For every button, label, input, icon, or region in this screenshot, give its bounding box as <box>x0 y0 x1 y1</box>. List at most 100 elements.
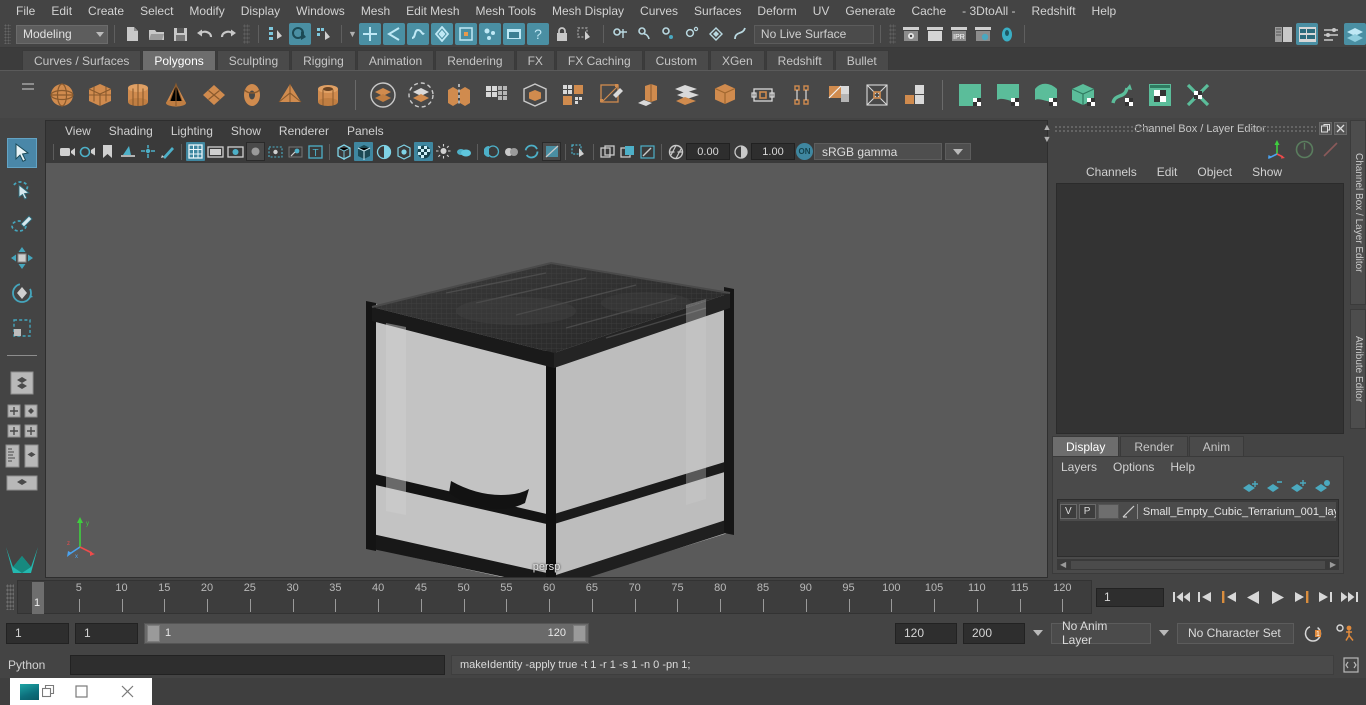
input-icon[interactable] <box>658 23 680 45</box>
shelf-tab-polygons[interactable]: Polygons <box>142 50 216 70</box>
shelf-tab-fx[interactable]: FX <box>515 50 555 70</box>
depth-peel-icon[interactable] <box>542 142 561 161</box>
layer-visibility-toggle[interactable]: V <box>1060 504 1077 519</box>
channel-menu-edit[interactable]: Edit <box>1147 164 1188 180</box>
go-to-start-icon[interactable] <box>1170 586 1192 608</box>
color-management-caret[interactable] <box>945 143 971 160</box>
snap-point-icon[interactable] <box>406 23 429 45</box>
live-surface-field[interactable]: No Live Surface <box>753 24 874 44</box>
layer-row[interactable]: V P Small_Empty_Cubic_Terrarium_001_lay <box>1060 502 1336 521</box>
wireframe-icon[interactable] <box>334 142 353 161</box>
layer-color-swatch[interactable] <box>1097 504 1120 519</box>
character-set-select[interactable]: No Character Set <box>1177 622 1294 644</box>
outliner-layout[interactable] <box>4 443 21 469</box>
viewport-settings-icon[interactable] <box>638 142 657 161</box>
select-hierarchy-icon[interactable] <box>265 23 287 45</box>
redo-icon[interactable] <box>217 23 239 45</box>
grid-icon[interactable] <box>186 142 205 161</box>
boolean-icon[interactable] <box>519 79 551 111</box>
rotate-tool[interactable] <box>7 278 37 308</box>
help-icon[interactable]: ? <box>526 23 549 45</box>
poke-icon[interactable] <box>823 79 855 111</box>
lasso-select-tool[interactable] <box>7 173 37 203</box>
auto-key-icon[interactable]: 1 <box>1300 624 1326 643</box>
command-input[interactable] <box>70 655 445 675</box>
construction-icon[interactable] <box>634 23 656 45</box>
screen-space-ao-icon[interactable] <box>482 142 501 161</box>
panel-grip-left[interactable] <box>1054 124 1149 133</box>
color-management-select[interactable]: sRGB gamma <box>814 143 942 160</box>
status-line-grip[interactable] <box>4 24 11 44</box>
go-to-end-icon[interactable] <box>1338 586 1360 608</box>
scrollbar-track[interactable] <box>1071 560 1325 569</box>
menu-deform[interactable]: Deform <box>749 2 804 20</box>
layer-name[interactable]: Small_Empty_Cubic_Terrarium_001_lay <box>1140 506 1336 518</box>
extrude-icon[interactable] <box>633 79 665 111</box>
new-layer-from-selected-icon[interactable] <box>1266 479 1283 496</box>
snap-projected-icon[interactable] <box>454 23 477 45</box>
snap-curve-icon[interactable] <box>382 23 405 45</box>
xray-icon[interactable] <box>266 142 285 161</box>
select-objects-icon[interactable] <box>1314 479 1331 496</box>
uv-planar-icon[interactable] <box>992 79 1024 111</box>
viewport-menu-panels[interactable]: Panels <box>338 123 393 139</box>
texture-icon[interactable]: T <box>306 142 325 161</box>
manipulator-icon[interactable] <box>138 142 157 161</box>
three-pane-right[interactable] <box>23 423 38 438</box>
panel-grip-right[interactable] <box>1246 124 1316 133</box>
playback-end-field[interactable]: 120 <box>895 622 957 644</box>
three-pane-left[interactable] <box>6 423 21 438</box>
isolate-select-icon[interactable] <box>570 142 589 161</box>
gamma-icon[interactable] <box>731 142 750 161</box>
playback-start-field[interactable]: 1 <box>75 622 138 644</box>
chevron-left-icon[interactable]: ◀ <box>1057 560 1069 569</box>
history-icon[interactable] <box>610 23 632 45</box>
character-set-caret[interactable] <box>1157 623 1171 644</box>
select-tool[interactable] <box>7 138 37 168</box>
chevron-right-icon[interactable]: ▶ <box>1327 560 1339 569</box>
menu-edit-mesh[interactable]: Edit Mesh <box>398 2 467 20</box>
shelf-tab-fx-caching[interactable]: FX Caching <box>555 50 643 70</box>
layer-list[interactable]: V P Small_Empty_Cubic_Terrarium_001_lay <box>1057 499 1339 557</box>
combine-icon[interactable] <box>367 79 399 111</box>
xray-components-icon[interactable] <box>618 142 637 161</box>
quad-draw-icon[interactable] <box>899 79 931 111</box>
poly-pipe-icon[interactable] <box>312 79 344 111</box>
hypershade-icon[interactable] <box>996 23 1018 45</box>
shaded-wireframe-icon[interactable] <box>374 142 393 161</box>
menu-mesh-display[interactable]: Mesh Display <box>544 2 632 20</box>
image-plane-icon[interactable] <box>118 142 137 161</box>
four-pane-layouts[interactable] <box>4 443 40 469</box>
manipulator-axis-icon[interactable] <box>1266 138 1288 163</box>
poly-sphere-icon[interactable] <box>46 79 78 111</box>
tool-settings-icon[interactable] <box>1320 23 1342 45</box>
shelf-tab-xgen[interactable]: XGen <box>709 50 765 70</box>
texture-shade-icon[interactable] <box>394 142 413 161</box>
camera-attributes-icon[interactable] <box>58 142 77 161</box>
select-object-icon[interactable] <box>289 23 311 45</box>
resolution-gate-icon[interactable] <box>206 142 225 161</box>
anim-end-field[interactable]: 200 <box>963 622 1025 644</box>
step-back-key-icon[interactable] <box>1194 586 1216 608</box>
render-frame-icon[interactable] <box>924 23 946 45</box>
tab-anim[interactable]: Anim <box>1188 436 1245 456</box>
new-layer-icon[interactable] <box>1242 479 1259 496</box>
add-selected-icon[interactable] <box>1290 479 1307 496</box>
menu-mesh-tools[interactable]: Mesh Tools <box>468 2 544 20</box>
paint-effects-icon[interactable] <box>158 142 177 161</box>
viewport-menu-renderer[interactable]: Renderer <box>270 123 338 139</box>
target-weld-icon[interactable] <box>861 79 893 111</box>
film-gate-icon[interactable] <box>226 142 245 161</box>
paint-select-tool[interactable] <box>7 208 37 238</box>
xray-joints-icon[interactable] <box>286 142 305 161</box>
shelf-tab-sculpting[interactable]: Sculpting <box>216 50 291 70</box>
append-icon[interactable] <box>747 79 779 111</box>
menu-generate[interactable]: Generate <box>837 2 903 20</box>
command-language-label[interactable]: Python <box>8 658 64 672</box>
layer-list-hscrollbar[interactable]: ◀ ▶ <box>1057 559 1339 570</box>
bookmark-icon[interactable] <box>98 142 117 161</box>
app-icon[interactable] <box>10 678 58 705</box>
light-icon[interactable] <box>434 142 453 161</box>
poly-torus-icon[interactable] <box>236 79 268 111</box>
two-pane-layouts[interactable] <box>6 403 38 418</box>
